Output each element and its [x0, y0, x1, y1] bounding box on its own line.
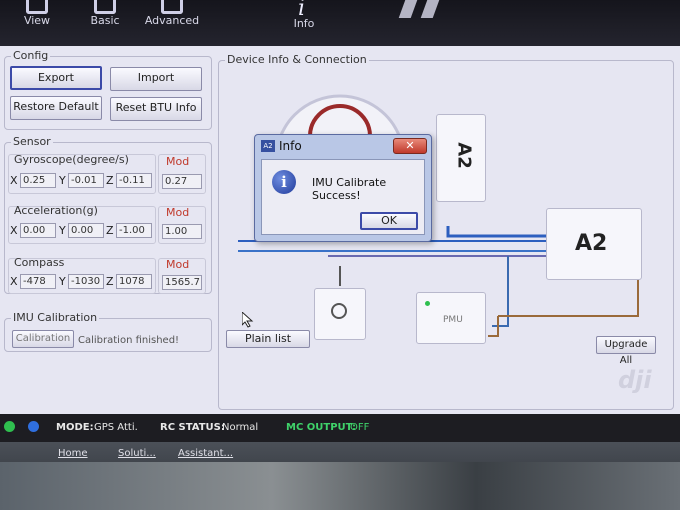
rc-status-value: Normal — [222, 422, 259, 433]
mode-label: MODE: — [56, 422, 94, 433]
export-button[interactable]: Export — [10, 66, 102, 90]
imu-calibration-legend: IMU Calibration — [11, 311, 100, 324]
bg-link-home[interactable]: Home — [58, 448, 88, 459]
pmu-label: PMU — [443, 315, 463, 325]
status-led-green-icon — [4, 421, 15, 432]
plain-list-button[interactable]: Plain list — [226, 330, 310, 348]
calibration-status: Calibration finished! — [78, 335, 180, 346]
advanced-icon — [161, 0, 183, 14]
gps-compass-device[interactable] — [314, 288, 366, 340]
compass-label: Compass — [14, 256, 65, 269]
compass-x-axis: X — [10, 275, 18, 288]
compass-z-axis: Z — [106, 275, 114, 288]
rc-status-label: RC STATUS: — [160, 422, 225, 433]
toolbar-basic-button[interactable]: Basic — [82, 0, 128, 46]
bg-link-assistant[interactable]: Assistant... — [178, 448, 233, 459]
gyroscope-mod-label: Mod — [166, 155, 190, 168]
info-dialog: A2 Info ✕ i IMU Calibrate Success! OK — [254, 134, 432, 242]
background-photo — [0, 462, 680, 510]
a2-main-label: A2 — [575, 231, 608, 256]
a2-side-label: A2 — [453, 142, 475, 169]
toolbar-decor-icon — [420, 0, 440, 18]
dialog-title: Info — [279, 139, 302, 153]
a2-app-icon: A2 — [261, 140, 275, 152]
a2-main-device[interactable]: A2 — [546, 208, 642, 280]
background-browser-strip: Home Soluti... Assistant... — [0, 442, 680, 510]
toolbar-advanced-button[interactable]: Advanced — [142, 0, 202, 46]
restore-default-button[interactable]: Restore Default — [10, 96, 102, 120]
status-bar: MODE: GPS Atti. RC STATUS: Normal MC OUT… — [0, 414, 680, 442]
toolbar-decor-icon — [398, 0, 418, 18]
gyroscope-mod-value: 0.27 — [162, 174, 202, 189]
dialog-body: i IMU Calibrate Success! OK — [261, 159, 425, 235]
acceleration-x-value: 0.00 — [20, 223, 56, 238]
toolbar-basic-label: Basic — [90, 14, 120, 27]
reset-btu-info-button[interactable]: Reset BTU Info — [110, 97, 202, 121]
device-info-legend: Device Info & Connection — [225, 53, 369, 66]
acceleration-z-value: -1.00 — [116, 223, 152, 238]
compass-icon — [331, 303, 347, 319]
gyroscope-y-axis: Y — [59, 174, 66, 187]
view-icon — [26, 0, 48, 14]
acceleration-x-axis: X — [10, 224, 18, 237]
mouse-cursor-icon — [242, 312, 254, 328]
upgrade-all-button[interactable]: Upgrade All — [596, 336, 656, 366]
dialog-message: IMU Calibrate Success! — [312, 176, 387, 202]
pmu-led-icon — [425, 301, 430, 306]
dji-watermark: dji — [618, 366, 652, 394]
mc-output-value: OFF — [350, 422, 370, 433]
sensor-legend: Sensor — [11, 135, 53, 148]
acceleration-z-axis: Z — [106, 224, 114, 237]
compass-z-value: 1078 — [116, 274, 152, 289]
import-button[interactable]: Import — [110, 67, 202, 91]
gyroscope-z-axis: Z — [106, 174, 114, 187]
compass-y-value: -1030 — [68, 274, 104, 289]
top-toolbar: View Basic Advanced i Info — [0, 0, 680, 46]
acceleration-y-value: 0.00 — [68, 223, 104, 238]
bg-link-solutions[interactable]: Soluti... — [118, 448, 156, 459]
toolbar-advanced-label: Advanced — [144, 14, 200, 27]
gyroscope-label: Gyroscope(degree/s) — [14, 153, 129, 166]
status-led-blue-icon — [28, 421, 39, 432]
mc-output-label: MC OUTPUT: — [286, 422, 356, 433]
toolbar-view-label: View — [23, 14, 51, 27]
acceleration-mod-label: Mod — [166, 206, 190, 219]
toolbar-info-button[interactable]: i Info — [284, 0, 324, 46]
pmu-device[interactable]: PMU — [416, 292, 486, 344]
config-legend: Config — [11, 49, 51, 62]
mode-value: GPS Atti. — [94, 422, 138, 433]
acceleration-y-axis: Y — [59, 224, 66, 237]
gyroscope-y-value: -0.01 — [68, 173, 104, 188]
dialog-ok-button[interactable]: OK — [360, 212, 418, 230]
gyroscope-x-value: 0.25 — [20, 173, 56, 188]
gyroscope-z-value: -0.11 — [116, 173, 152, 188]
a2-side-device[interactable]: A2 — [436, 114, 486, 202]
compass-mod-label: Mod — [166, 258, 190, 271]
acceleration-mod-value: 1.00 — [162, 224, 202, 239]
gyroscope-x-axis: X — [10, 174, 18, 187]
info-icon: i — [272, 170, 296, 194]
basic-icon — [94, 0, 116, 14]
dialog-close-button[interactable]: ✕ — [393, 138, 427, 154]
calibration-button[interactable]: Calibration — [12, 330, 74, 348]
compass-y-axis: Y — [59, 275, 66, 288]
toolbar-info-label: Info — [293, 17, 315, 30]
acceleration-label: Acceleration(g) — [14, 204, 98, 217]
toolbar-view-button[interactable]: View — [14, 0, 60, 46]
cable-blue — [446, 226, 548, 238]
compass-x-value: -478 — [20, 274, 56, 289]
compass-mod-value: 1565.7 — [162, 275, 202, 290]
